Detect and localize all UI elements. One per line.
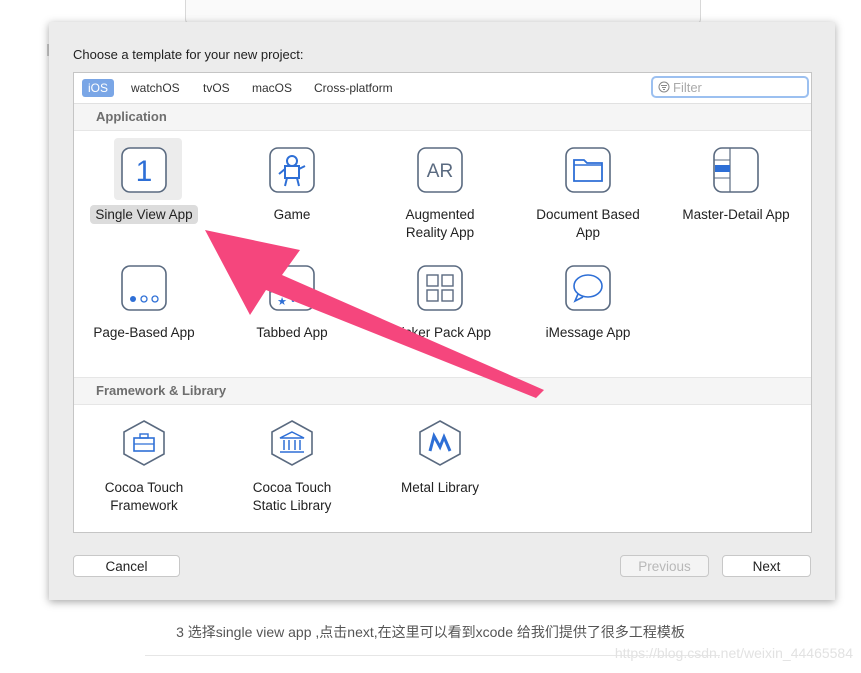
filter-field[interactable] [651, 76, 809, 98]
section-framework-library: Framework & Library [74, 377, 811, 405]
single-view-icon: 1 [121, 147, 167, 193]
next-button[interactable]: Next [722, 555, 811, 577]
filter-input[interactable] [673, 79, 798, 95]
template-label: Tabbed App [256, 325, 328, 340]
previous-button[interactable]: Previous [620, 555, 709, 577]
tabbed-icon: ★ ••• [269, 265, 315, 311]
sticker-pack-icon [417, 265, 463, 311]
template-label: Page-Based App [93, 325, 195, 340]
template-panel: iOS watchOS tvOS macOS Cross-platform Ap… [73, 72, 812, 533]
imessage-icon [565, 265, 611, 311]
page-based-icon [121, 265, 167, 311]
section-application: Application [74, 104, 811, 131]
document-icon [565, 147, 611, 193]
template-label: Augmented Reality App [405, 207, 475, 240]
template-label: Document Based App [536, 207, 640, 240]
master-detail-icon [713, 147, 759, 193]
watermark: https://blog.csdn.net/weixin_44465584 [614, 645, 853, 661]
tab-ios[interactable]: iOS [82, 79, 115, 97]
ar-icon: AR [417, 147, 463, 193]
svg-text:•••: ••• [290, 296, 308, 307]
template-label: Single View App [74, 205, 214, 224]
platform-tab-bar: iOS watchOS tvOS macOS Cross-platform [74, 73, 811, 104]
game-icon [269, 147, 315, 193]
svg-text:★: ★ [277, 295, 287, 308]
template-label: Cocoa Touch Framework [104, 480, 184, 513]
template-label: Cocoa Touch Static Library [252, 480, 332, 513]
template-label: iMessage App [545, 325, 631, 340]
template-label: Sticker Pack App [388, 325, 492, 340]
tab-watchos[interactable]: watchOS [125, 79, 186, 97]
static-library-icon [271, 420, 313, 466]
template-label: Game [273, 207, 311, 222]
tab-tvos[interactable]: tvOS [197, 79, 236, 97]
caption-text: 3 选择single view app ,点击next,在这里可以看到xcode… [176, 624, 685, 640]
tab-macos[interactable]: macOS [246, 79, 298, 97]
cancel-button[interactable]: Cancel [73, 555, 180, 577]
svg-text:AR: AR [427, 161, 453, 182]
tab-cross-platform[interactable]: Cross-platform [308, 79, 399, 97]
dialog-title: Choose a template for your new project: [73, 47, 304, 62]
filter-icon [658, 81, 670, 93]
template-label: Master-Detail App [682, 207, 790, 222]
template-dialog: Choose a template for your new project: … [49, 22, 835, 600]
template-label: Metal Library [400, 480, 480, 495]
cocoa-framework-icon [123, 420, 165, 466]
svg-text:1: 1 [136, 155, 153, 188]
metal-icon [419, 420, 461, 466]
section-framework-label: Framework & Library [96, 383, 227, 398]
section-application-label: Application [96, 109, 167, 124]
